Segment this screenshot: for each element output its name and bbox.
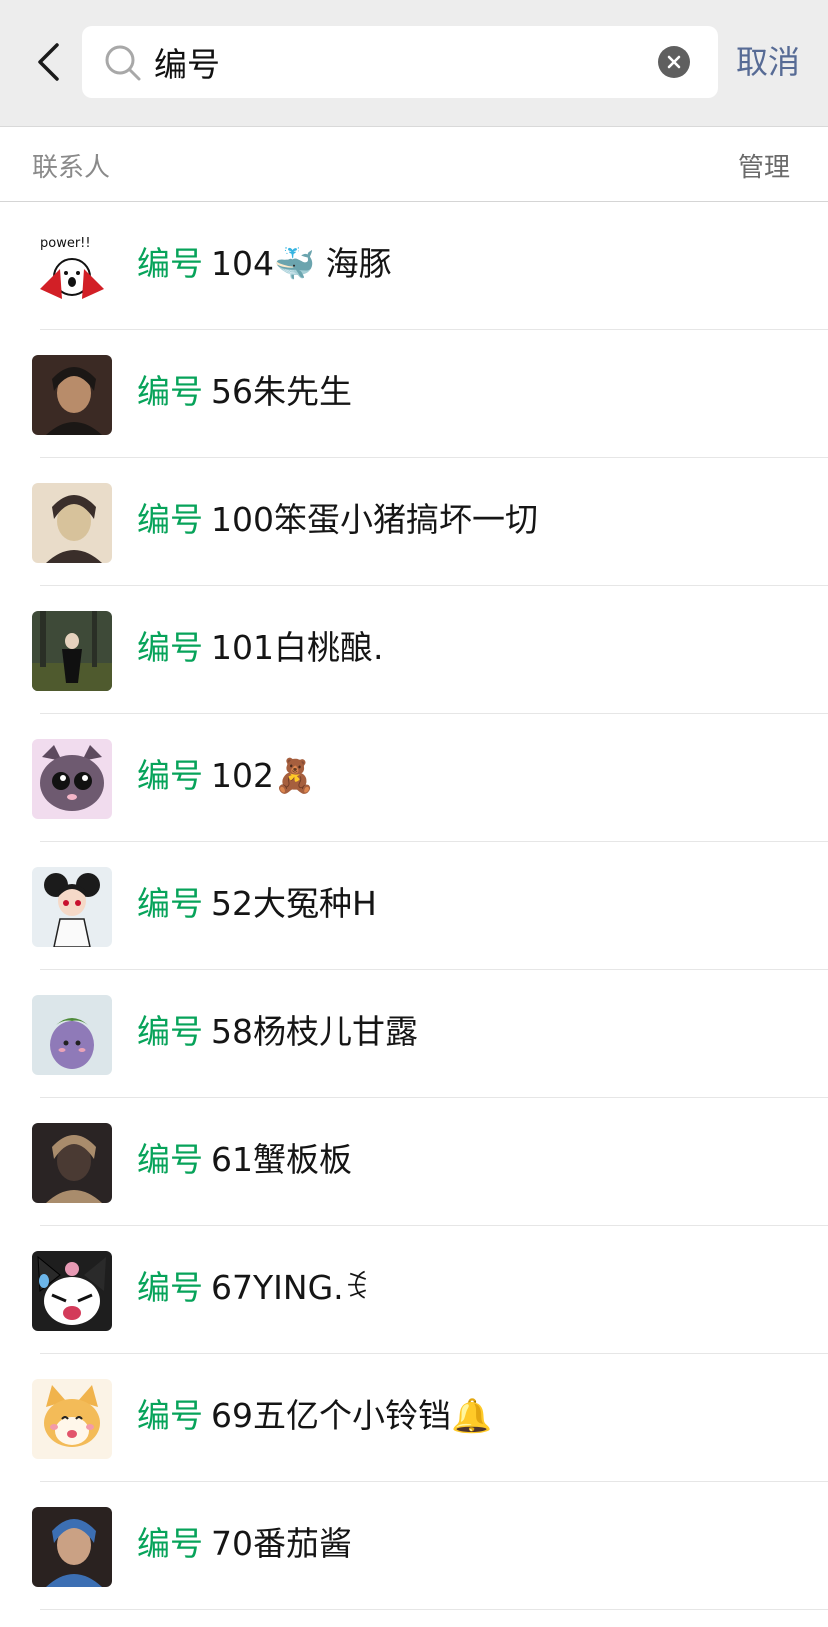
cancel-button[interactable]: 取消 — [736, 38, 816, 86]
contact-name: 编号 100笨蛋小猪搞坏一切 — [137, 498, 538, 542]
search-match-highlight: 编号 — [137, 1012, 203, 1051]
contacts-section-header: 联系人 管理 — [0, 127, 828, 202]
contact-row[interactable]: 编号 61蟹板板 — [0, 1098, 828, 1226]
contact-list: power!! 编号 104🐳 海豚 编号 56朱先生 编号 100笨蛋小猪搞坏一切 编号 10… — [0, 202, 828, 1610]
contact-name: 编号 56朱先生 — [137, 370, 352, 414]
contact-row[interactable]: 编号 67YING.ꉂ — [0, 1226, 828, 1354]
contact-row[interactable]: 编号 101白桃酿. — [0, 586, 828, 714]
avatar — [32, 1251, 112, 1331]
avatar — [32, 995, 112, 1075]
contact-name-text: 70番茄酱 — [211, 1524, 352, 1563]
contact-row[interactable]: 编号 102🧸 — [0, 714, 828, 842]
contact-name: 编号 70番茄酱 — [137, 1522, 352, 1566]
contact-name-text: 100笨蛋小猪搞坏一切 — [211, 500, 538, 539]
contact-row[interactable]: power!! 编号 104🐳 海豚 — [0, 202, 828, 330]
contact-name-text: 58杨枝儿甘露 — [211, 1012, 418, 1051]
contact-name-text: 101白桃酿. — [211, 628, 384, 667]
search-match-highlight: 编号 — [137, 244, 203, 283]
search-input[interactable] — [154, 36, 634, 88]
avatar — [32, 1507, 112, 1587]
section-title: 联系人 — [32, 153, 111, 183]
search-field[interactable] — [82, 26, 718, 98]
contact-row[interactable]: 编号 56朱先生 — [0, 330, 828, 458]
search-match-highlight: 编号 — [137, 756, 203, 795]
search-match-highlight: 编号 — [137, 372, 203, 411]
back-button[interactable] — [28, 40, 68, 84]
contact-row[interactable]: 编号 52大冤种H — [0, 842, 828, 970]
contact-name: 编号 101白桃酿. — [137, 626, 383, 670]
avatar — [32, 739, 112, 819]
avatar — [32, 483, 112, 563]
contact-name-text: 67YING.ꉂ — [211, 1268, 370, 1307]
contact-name-text: 61蟹板板 — [211, 1140, 352, 1179]
search-match-highlight: 编号 — [137, 1524, 203, 1563]
avatar — [32, 1123, 112, 1203]
avatar: power!! — [32, 227, 112, 307]
manage-button[interactable]: 管理 — [738, 147, 790, 184]
contact-name: 编号 102🧸 — [137, 754, 315, 798]
avatar — [32, 1379, 112, 1459]
clear-search-button[interactable] — [658, 46, 690, 78]
contact-row[interactable]: 编号 100笨蛋小猪搞坏一切 — [0, 458, 828, 586]
contact-name-text: 56朱先生 — [211, 372, 352, 411]
search-bar: 取消 — [0, 0, 828, 127]
contact-name: 编号 61蟹板板 — [137, 1138, 352, 1182]
contact-row[interactable]: 编号 70番茄酱 — [0, 1482, 828, 1610]
contact-name-text: 104🐳 海豚 — [211, 244, 392, 283]
contact-name: 编号 52大冤种H — [137, 882, 377, 926]
avatar — [32, 355, 112, 435]
avatar — [32, 611, 112, 691]
search-match-highlight: 编号 — [137, 884, 203, 923]
search-match-highlight: 编号 — [137, 500, 203, 539]
contact-name: 编号 69五亿个小铃铛🔔 — [137, 1394, 492, 1438]
close-icon — [667, 55, 681, 69]
contact-row[interactable]: 编号 58杨枝儿甘露 — [0, 970, 828, 1098]
search-match-highlight: 编号 — [137, 1396, 203, 1435]
contact-row[interactable]: 编号 69五亿个小铃铛🔔 — [0, 1354, 828, 1482]
search-icon — [105, 45, 141, 81]
search-match-highlight: 编号 — [137, 628, 203, 667]
contact-name-text: 52大冤种H — [211, 884, 377, 923]
chevron-left-icon — [38, 43, 59, 81]
contact-name: 编号 104🐳 海豚 — [137, 242, 392, 286]
contact-name: 编号 58杨枝儿甘露 — [137, 1010, 418, 1054]
contact-name-text: 102🧸 — [211, 756, 316, 795]
row-divider — [40, 1609, 828, 1610]
search-match-highlight: 编号 — [137, 1268, 203, 1307]
search-match-highlight: 编号 — [137, 1140, 203, 1179]
contact-name: 编号 67YING.ꉂ — [137, 1266, 369, 1310]
avatar — [32, 867, 112, 947]
svg-text:power!!: power!! — [40, 236, 91, 251]
contact-name-text: 69五亿个小铃铛🔔 — [211, 1396, 493, 1435]
